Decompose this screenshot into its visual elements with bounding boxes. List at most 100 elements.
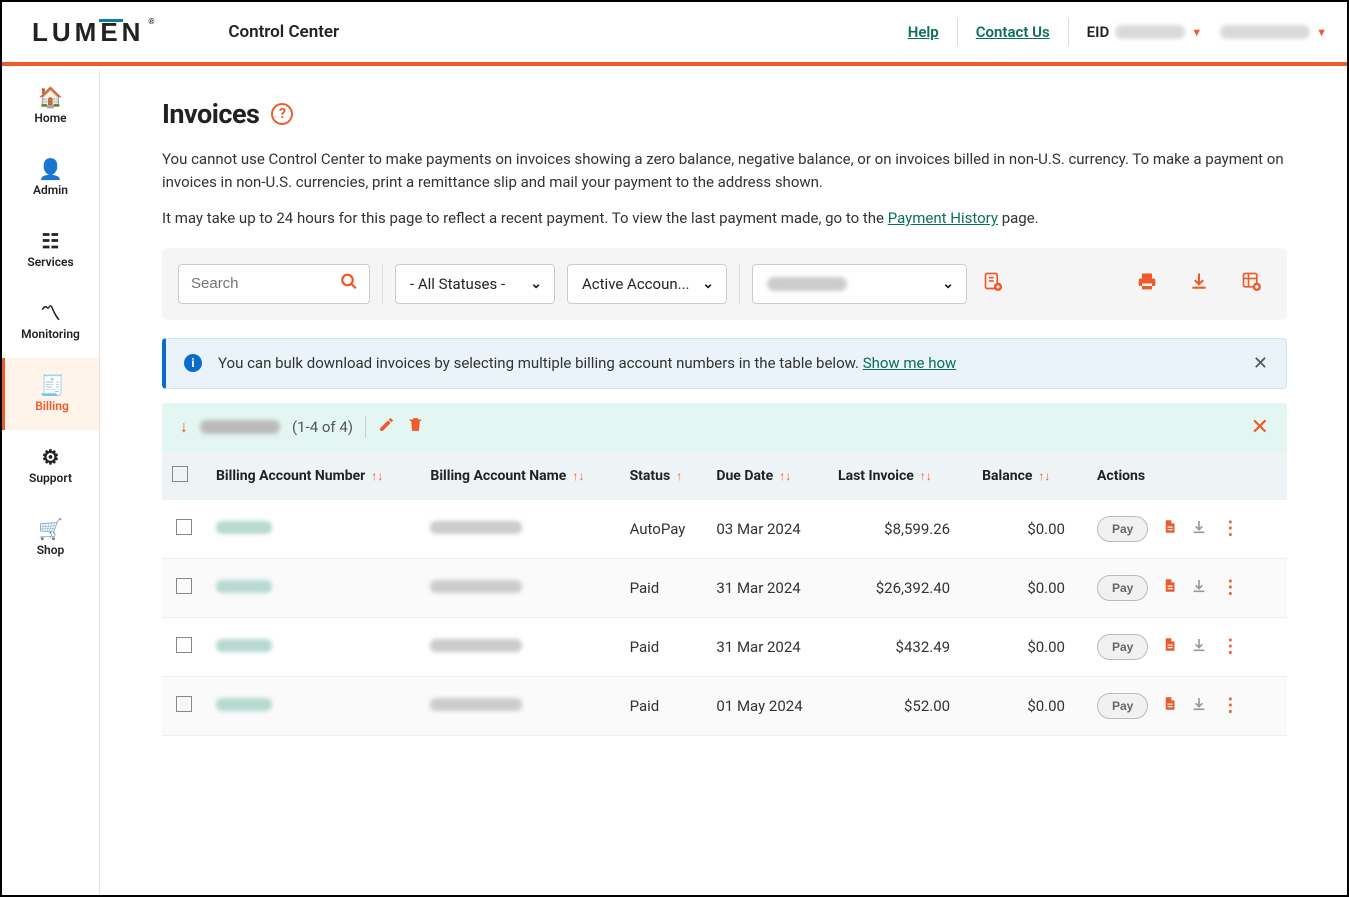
top-header: LUMEN® Control Center Help Contact Us EI… <box>2 2 1347 66</box>
chevron-down-icon: ⌄ <box>702 276 714 292</box>
status-filter-label: - All Statuses - <box>410 275 505 293</box>
invoice-doc-icon[interactable] <box>1162 577 1177 598</box>
pay-button[interactable]: Pay <box>1097 634 1148 660</box>
row-checkbox[interactable] <box>176 578 192 594</box>
last-invoice-cell: $52.00 <box>828 676 972 735</box>
download-icon[interactable] <box>1185 267 1213 300</box>
search-input[interactable] <box>178 264 370 304</box>
last-invoice-cell: $8,599.26 <box>828 500 972 559</box>
sort-icon[interactable]: ↑↓ <box>371 469 383 483</box>
col-actions: Actions <box>1087 452 1287 500</box>
billing-account-number-link[interactable] <box>216 521 272 534</box>
contact-link[interactable]: Contact Us <box>976 23 1050 41</box>
download-icon[interactable] <box>1191 696 1207 716</box>
list-icon: ☷ <box>42 231 60 251</box>
delete-icon[interactable] <box>407 416 424 438</box>
account-filter[interactable]: Active Accoun... ⌄ <box>567 264 727 304</box>
columns-settings-icon[interactable] <box>1237 267 1265 300</box>
pay-button[interactable]: Pay <box>1097 516 1148 542</box>
info-text: You can bulk download invoices by select… <box>218 354 956 372</box>
intro-text: It may take up to 24 hours for this page… <box>162 209 888 227</box>
due-date-cell: 31 Mar 2024 <box>706 558 828 617</box>
sidebar-item-label: Home <box>34 111 66 125</box>
col-due-date: Due Date↑↓ <box>706 452 828 500</box>
search-wrap <box>178 264 370 304</box>
table-row: Paid 01 May 2024 $52.00 $0.00 Pay ⋮ <box>162 676 1287 735</box>
row-checkbox[interactable] <box>176 637 192 653</box>
table-row: AutoPay 03 Mar 2024 $8,599.26 $0.00 Pay … <box>162 500 1287 559</box>
intro-paragraph-2: It may take up to 24 hours for this page… <box>162 207 1287 230</box>
sidebar-item-label: Shop <box>37 543 65 557</box>
download-icon[interactable] <box>1191 637 1207 657</box>
billing-account-name <box>430 698 522 711</box>
balance-cell: $0.00 <box>972 558 1087 617</box>
invoice-doc-icon[interactable] <box>1162 518 1177 539</box>
sort-icon[interactable]: ↑↓ <box>920 469 932 483</box>
group-count: (1-4 of 4) <box>292 418 353 436</box>
sort-icon[interactable]: ↑ <box>676 469 682 483</box>
edit-icon[interactable] <box>378 416 395 438</box>
show-me-how-link[interactable]: Show me how <box>863 354 957 372</box>
activity-icon: 〽 <box>41 303 61 323</box>
more-actions-icon[interactable]: ⋮ <box>1221 695 1238 716</box>
billing-account-name <box>430 580 522 593</box>
brand-logo: LUMEN® <box>32 17 158 48</box>
home-icon: 🏠 <box>38 87 63 107</box>
col-last-invoice: Last Invoice↑↓ <box>828 452 972 500</box>
main-content: Invoices ? You cannot use Control Center… <box>100 70 1347 895</box>
eid-dropdown[interactable]: EID ▼ <box>1087 23 1202 41</box>
balance-cell: $0.00 <box>972 676 1087 735</box>
sidebar-item-label: Support <box>29 471 72 485</box>
redacted-group <box>767 277 847 291</box>
app-title: Control Center <box>228 22 339 42</box>
sidebar-item-services[interactable]: ☷Services <box>2 214 99 286</box>
add-group-icon[interactable] <box>979 267 1007 300</box>
more-actions-icon[interactable]: ⋮ <box>1221 577 1238 598</box>
help-link[interactable]: Help <box>908 23 939 41</box>
payment-history-link[interactable]: Payment History <box>888 209 998 227</box>
status-cell: Paid <box>620 617 707 676</box>
row-checkbox[interactable] <box>176 696 192 712</box>
invoices-table: Billing Account Number↑↓ Billing Account… <box>162 452 1287 736</box>
sort-icon[interactable]: ↑↓ <box>779 469 791 483</box>
help-icon[interactable]: ? <box>271 103 293 125</box>
redacted-user <box>1220 25 1310 39</box>
sidebar-item-home[interactable]: 🏠 Home <box>2 70 99 142</box>
sidebar-item-support[interactable]: ⚙Support <box>2 430 99 502</box>
sort-icon[interactable]: ↑↓ <box>1038 469 1050 483</box>
pay-button[interactable]: Pay <box>1097 693 1148 719</box>
download-icon[interactable] <box>1191 578 1207 598</box>
pay-button[interactable]: Pay <box>1097 575 1148 601</box>
cart-icon: 🛒 <box>38 519 63 539</box>
close-icon[interactable]: ✕ <box>1253 353 1268 374</box>
sidebar-item-label: Admin <box>33 183 68 197</box>
sidebar-item-shop[interactable]: 🛒 Shop <box>2 502 99 574</box>
billing-account-number-link[interactable] <box>216 580 272 593</box>
divider <box>957 18 958 46</box>
eid-label: EID <box>1087 23 1110 41</box>
due-date-cell: 31 Mar 2024 <box>706 617 828 676</box>
row-checkbox[interactable] <box>176 519 192 535</box>
sidebar-item-admin[interactable]: 👤Admin <box>2 142 99 214</box>
billing-account-number-link[interactable] <box>216 698 272 711</box>
billing-account-number-link[interactable] <box>216 639 272 652</box>
sidebar: 🏠 Home 👤Admin ☷Services 〽Monitoring 🧾Bill… <box>2 70 100 895</box>
more-actions-icon[interactable]: ⋮ <box>1221 636 1238 657</box>
sidebar-item-monitoring[interactable]: 〽Monitoring <box>2 286 99 358</box>
invoice-doc-icon[interactable] <box>1162 636 1177 657</box>
group-filter[interactable]: ⌄ <box>752 264 967 304</box>
sort-icon[interactable]: ↑↓ <box>572 469 584 483</box>
close-icon[interactable]: ✕ <box>1251 415 1269 440</box>
balance-cell: $0.00 <box>972 617 1087 676</box>
info-banner: i You can bulk download invoices by sele… <box>162 338 1287 389</box>
sidebar-item-billing[interactable]: 🧾Billing <box>2 358 99 430</box>
download-icon[interactable] <box>1191 519 1207 539</box>
more-actions-icon[interactable]: ⋮ <box>1221 518 1238 539</box>
sort-arrow-icon[interactable]: ↓ <box>180 417 188 437</box>
print-icon[interactable] <box>1133 267 1161 300</box>
user-dropdown[interactable]: ▼ <box>1220 25 1327 39</box>
invoice-doc-icon[interactable] <box>1162 695 1177 716</box>
divider <box>365 416 366 438</box>
status-filter[interactable]: - All Statuses - ⌄ <box>395 264 555 304</box>
select-all-checkbox[interactable] <box>172 466 188 482</box>
